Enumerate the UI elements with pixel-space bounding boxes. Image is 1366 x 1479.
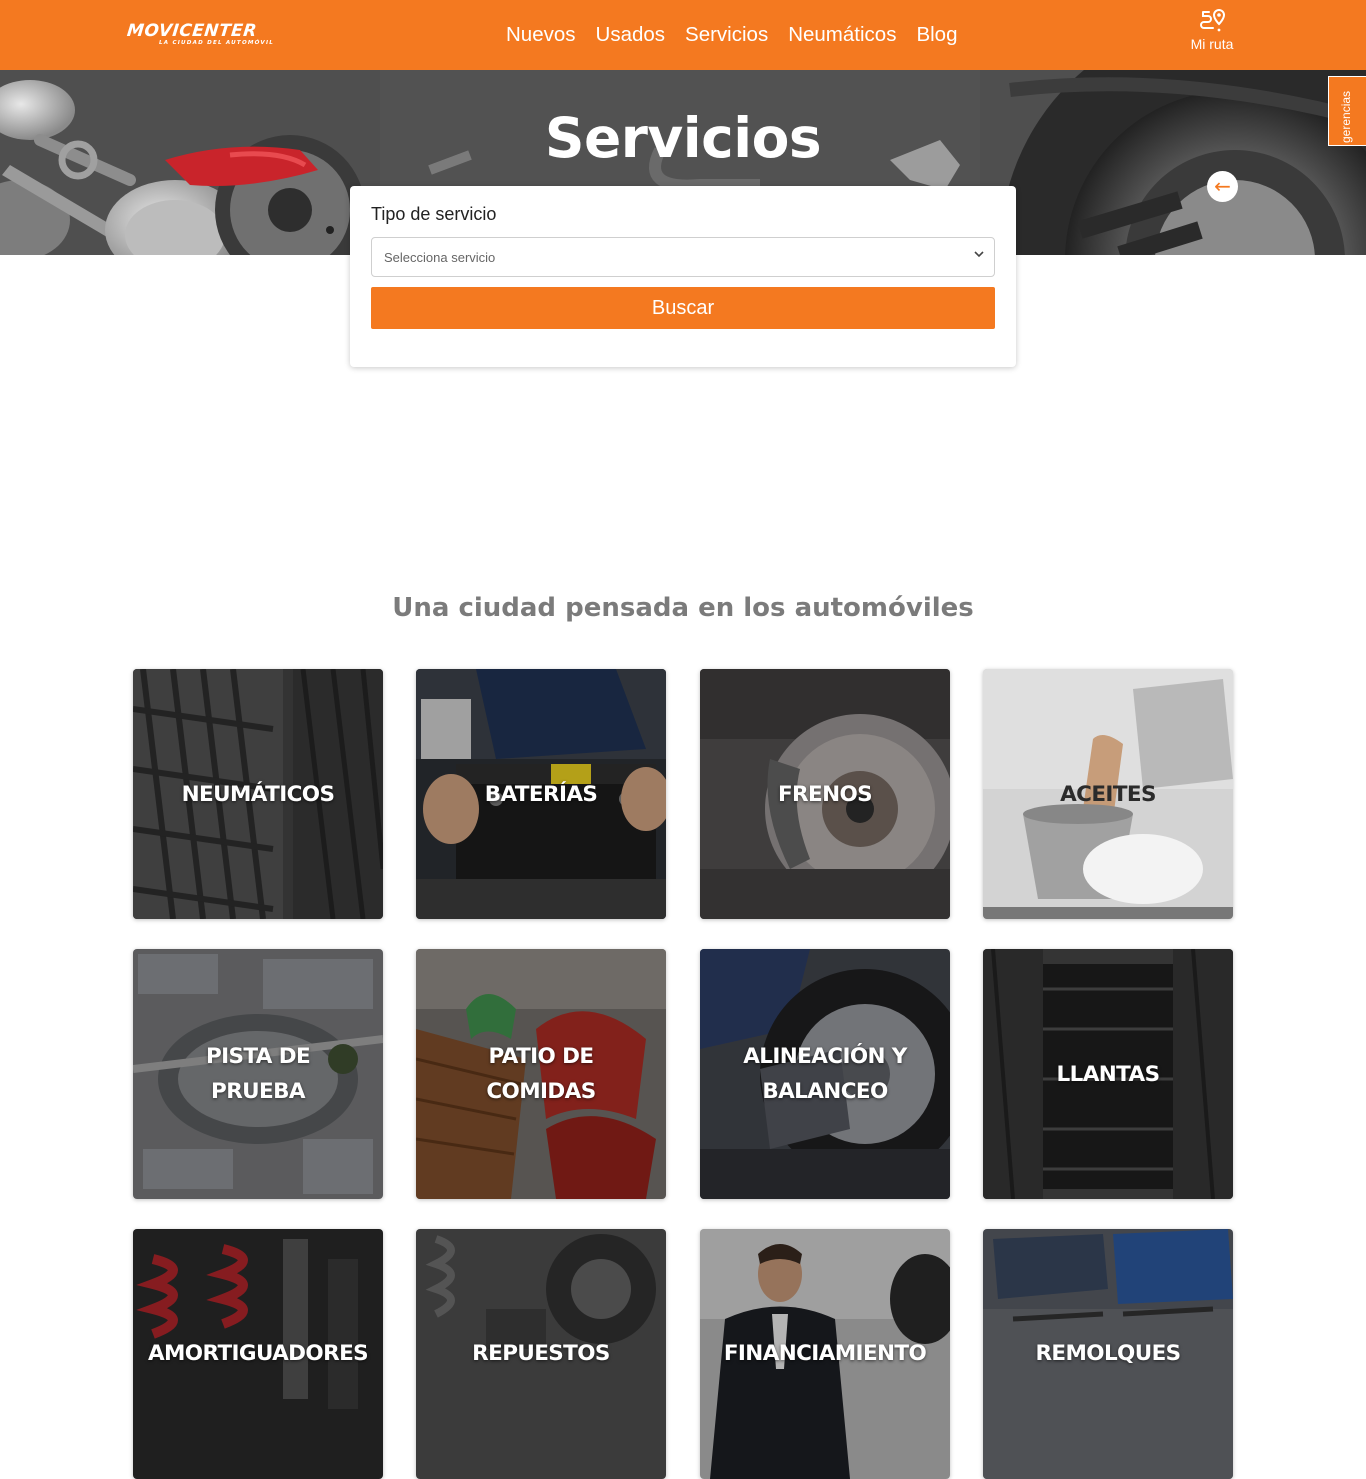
service-tile-patio-de-comidas[interactable]: PATIO DE COMIDAS <box>416 949 666 1199</box>
service-tile-financiamiento[interactable]: FINANCIAMIENTO <box>700 1229 950 1479</box>
tile-label: ALINEACIÓN Y BALANCEO <box>743 1044 907 1104</box>
service-search-card: Tipo de servicio Selecciona servicio Bus… <box>350 186 1016 367</box>
tile-label: REPUESTOS <box>472 1341 610 1366</box>
movicenter-logo[interactable]: MOVICENTER LA CIUDAD DEL AUTOMÓVIL <box>125 21 307 48</box>
mi-ruta-button[interactable]: Mi ruta <box>1180 8 1244 60</box>
service-tile-amortiguadores[interactable]: AMORTIGUADORES <box>133 1229 383 1479</box>
tile-label: PISTA DE PRUEBA <box>205 1044 311 1104</box>
nav-item-nuevos[interactable]: Nuevos <box>506 22 576 48</box>
nav-item-neumaticos[interactable]: Neumáticos <box>788 22 896 48</box>
mi-ruta-label: Mi ruta <box>1190 36 1234 52</box>
service-tile-neumaticos[interactable]: NEUMÁTICOS <box>133 669 383 919</box>
nav-item-blog[interactable]: Blog <box>916 22 957 48</box>
service-type-label: Tipo de servicio <box>371 204 497 224</box>
logo-tagline: LA CIUDAD DEL AUTOMÓVIL <box>159 40 274 46</box>
nav-item-servicios[interactable]: Servicios <box>685 22 768 48</box>
service-tile-repuestos[interactable]: REPUESTOS <box>416 1229 666 1479</box>
section-title: Una ciudad pensada en los automóviles <box>392 593 974 623</box>
page-title: Servicios <box>544 106 822 170</box>
service-tile-pista-de-prueba[interactable]: PISTA DE PRUEBA <box>133 949 383 1199</box>
route-map-pin-icon <box>1200 8 1226 32</box>
arrow-left-icon: ← <box>1214 174 1231 198</box>
nav-item-usados[interactable]: Usados <box>596 22 666 48</box>
service-tile-frenos[interactable]: FRENOS <box>700 669 950 919</box>
service-tile-llantas[interactable]: LLANTAS <box>983 949 1233 1199</box>
tile-label: FRENOS <box>777 781 873 807</box>
service-type-select-value: Selecciona servicio <box>384 250 496 265</box>
main-nav: Nuevos Usados Servicios Neumáticos Blog <box>506 22 957 48</box>
tile-label: AMORTIGUADORES <box>147 1341 369 1366</box>
service-tile-alineacion-y-balanceo[interactable]: ALINEACIÓN Y BALANCEO <box>700 949 950 1199</box>
gerencias-side-tab[interactable]: gerencias <box>1328 76 1366 146</box>
side-tab-label: gerencias <box>1339 90 1353 143</box>
search-button[interactable]: Buscar <box>371 287 995 329</box>
service-tile-remolques[interactable]: REMOLQUES <box>983 1229 1233 1479</box>
service-tile-baterias[interactable]: BATERÍAS <box>416 669 666 919</box>
site-header: MOVICENTER LA CIUDAD DEL AUTOMÓVIL Nuevo… <box>0 0 1366 70</box>
tile-label: ACEITES <box>1060 781 1156 807</box>
tile-label: NEUMÁTICOS <box>181 781 335 807</box>
tile-label: FINANCIAMIENTO <box>723 1341 927 1366</box>
service-tile-aceites[interactable]: ACEITES <box>983 669 1233 919</box>
chevron-down-icon <box>974 251 984 258</box>
tile-label: LLANTAS <box>1056 1061 1161 1087</box>
service-type-select[interactable]: Selecciona servicio <box>371 237 995 277</box>
tile-label: BATERÍAS <box>484 781 598 807</box>
tile-label: REMOLQUES <box>1035 1341 1181 1366</box>
back-button[interactable]: ← <box>1207 171 1238 202</box>
tile-label: PATIO DE COMIDAS <box>486 1044 596 1104</box>
logo-wordmark: MOVICENTER <box>125 21 258 41</box>
